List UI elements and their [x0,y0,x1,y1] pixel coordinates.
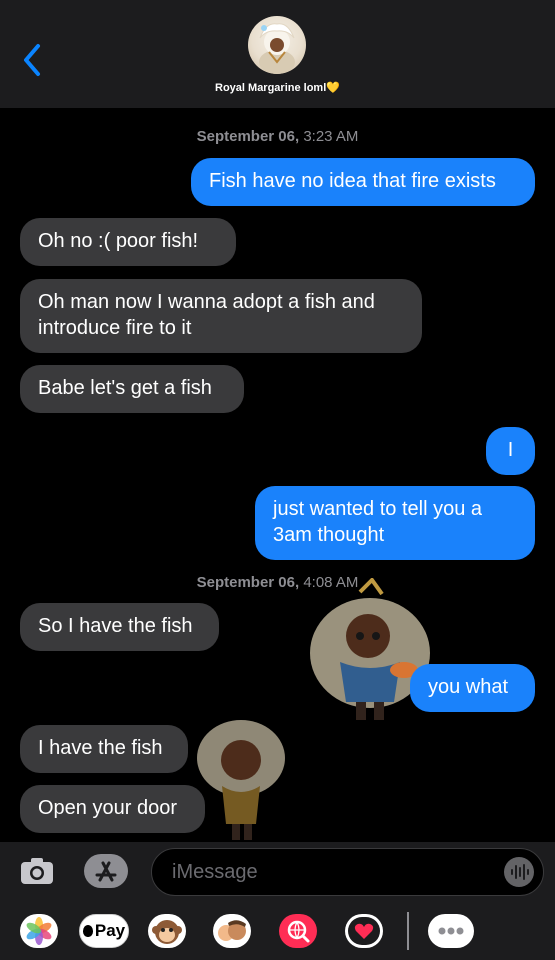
timestamp-date: September 06, [196,128,300,145]
message-timestamp: September 06, 3:23 AM [0,128,555,145]
photos-app-button[interactable] [20,914,58,948]
monkey-icon [152,920,182,944]
animoji-app-button[interactable] [148,914,186,948]
photos-icon [26,917,52,945]
heart-touch-icon [348,917,380,945]
apple-pay-button[interactable]: Pay [79,914,129,948]
message-input[interactable] [151,848,544,896]
conversation-header: Royal Margarine loml💛 [0,0,555,108]
avatar-image [259,23,295,74]
contact-avatar[interactable] [248,16,306,74]
incoming-message[interactable]: Oh no :( poor fish! [20,218,236,266]
waveform-icon [511,864,529,880]
outgoing-message[interactable]: I [486,427,535,475]
incoming-message[interactable]: Babe let's get a fish [20,365,244,413]
app-store-icon [95,861,117,882]
app-store-button[interactable] [84,854,128,888]
incoming-message[interactable]: I have the fish [20,725,188,773]
more-apps-button[interactable] [428,914,474,948]
camera-icon [21,858,53,884]
apple-pay-label: Pay [94,921,126,940]
app-drawer-divider [407,912,409,950]
incoming-message[interactable]: So I have the fish [20,603,219,651]
memoji-icon [218,920,246,941]
memoji-app-button[interactable] [213,914,251,948]
audio-message-button[interactable] [504,857,534,887]
message-thread[interactable]: September 06, 3:23 AM Fish have no idea … [0,108,555,842]
globe-search-icon [287,920,310,943]
timestamp-date: September 06, [196,574,300,591]
ellipsis-icon [438,927,464,935]
contact-name[interactable]: Royal Margarine loml💛 [0,81,555,94]
timestamp-time: 3:23 AM [303,128,359,145]
incoming-message[interactable]: Open your door [20,785,205,833]
imessage-app-drawer: Pay [0,902,555,960]
message-timestamp: September 06, 4:08 AM [0,574,555,591]
chevron-left-icon [24,44,40,76]
incoming-message[interactable]: Oh man now I wanna adopt a fish and intr… [20,279,422,353]
apple-logo-icon [82,925,93,937]
back-button[interactable] [18,40,48,80]
message-composer [0,842,555,902]
outgoing-message[interactable]: just wanted to tell you a 3am thought [255,486,535,560]
image-search-app-button[interactable] [279,914,317,948]
camera-button[interactable] [20,856,54,886]
outgoing-message[interactable]: Fish have no idea that fire exists [191,158,535,206]
outgoing-message[interactable]: you what [410,664,535,712]
digital-touch-app-button[interactable] [345,914,383,948]
